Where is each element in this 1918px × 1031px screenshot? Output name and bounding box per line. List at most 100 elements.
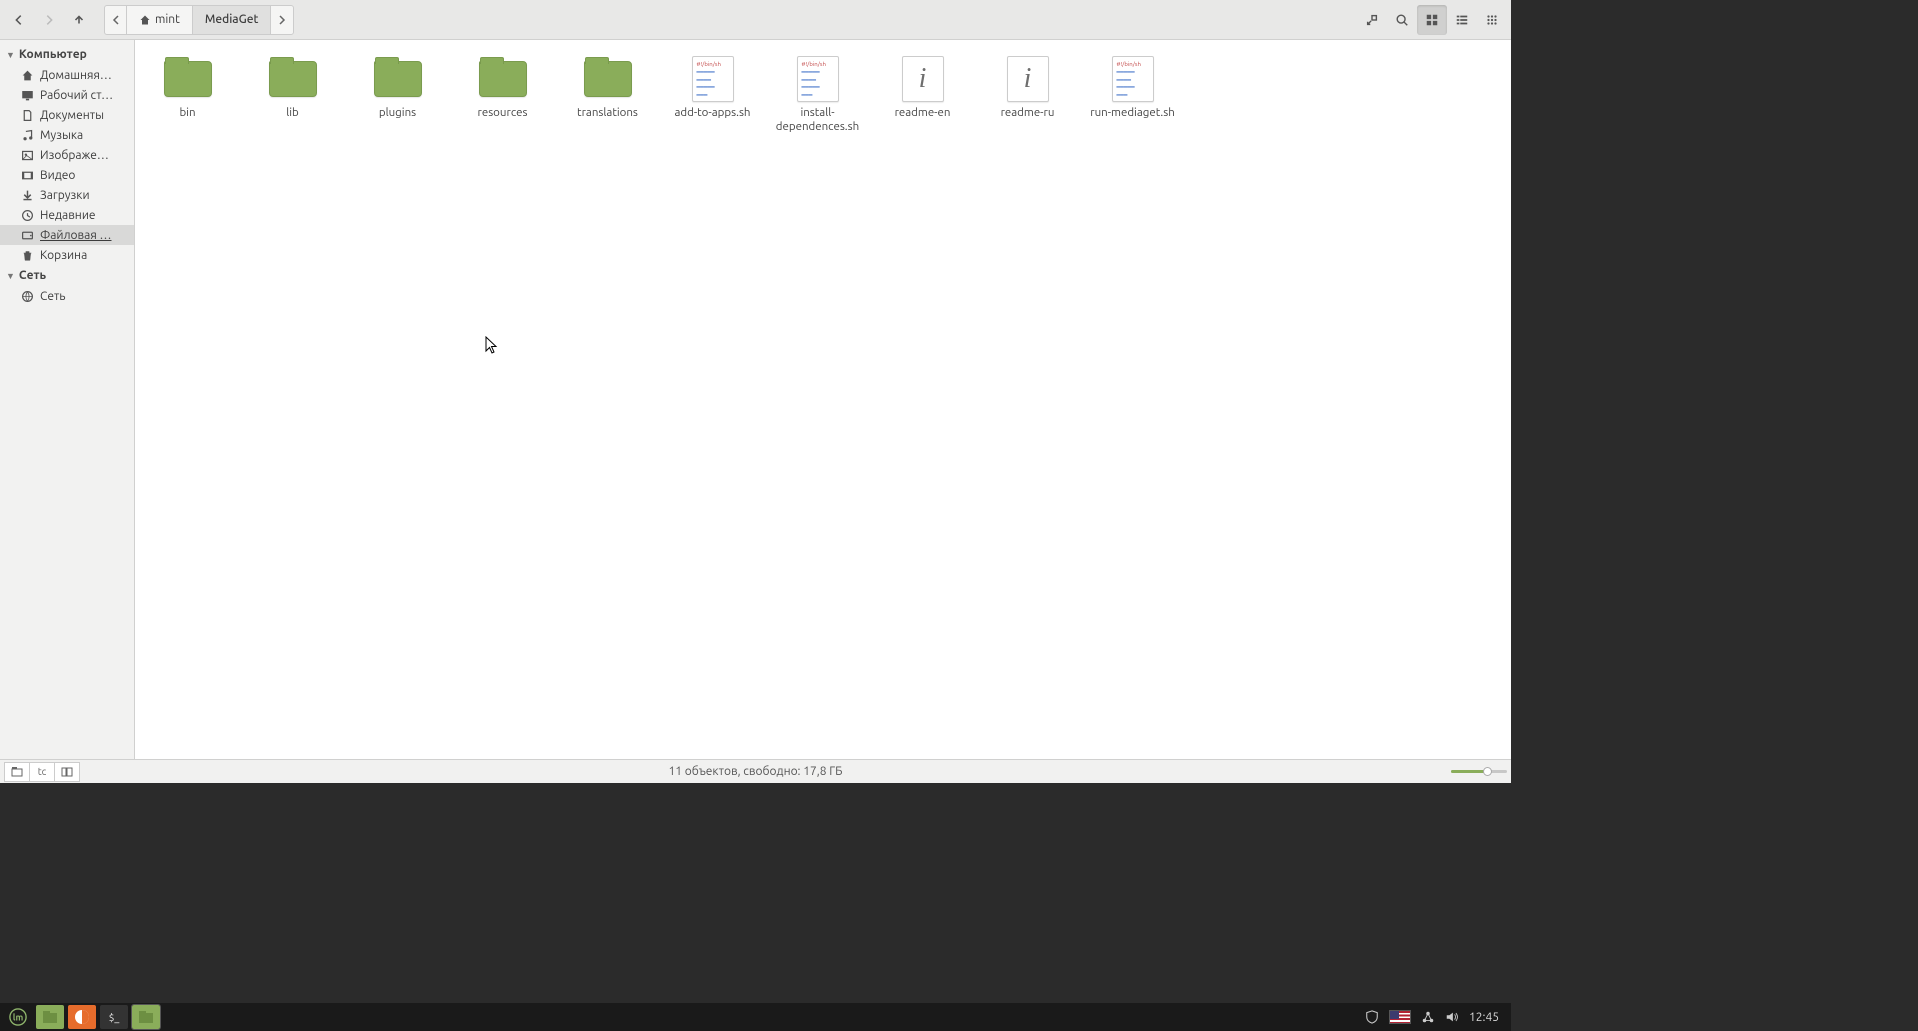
main-area: ▼Компьютер Домашняя… Рабочий ст… Документы… — [0, 40, 1511, 759]
file-name-label: plugins — [379, 106, 416, 120]
zoom-slider[interactable] — [1451, 770, 1507, 773]
forward-button[interactable] — [34, 5, 64, 35]
sidebar-header-network[interactable]: ▼Сеть — [0, 265, 134, 286]
folder-icon — [164, 61, 212, 97]
sidebar-item-label: Документы — [40, 109, 104, 122]
sidebar: ▼Компьютер Домашняя… Рабочий ст… Документы… — [0, 40, 135, 759]
up-button[interactable] — [64, 5, 94, 35]
status-bar: tc 11 объектов, свободно: 17,8 ГБ — [0, 759, 1511, 783]
file-item[interactable]: i readme-en — [870, 50, 975, 141]
sidebar-item-network[interactable]: Сеть — [0, 286, 134, 306]
folder-icon — [479, 61, 527, 97]
taskbar-app-files-active[interactable] — [132, 1005, 160, 1029]
list-view-button[interactable] — [1447, 5, 1477, 35]
folder-icon — [269, 61, 317, 97]
toolbar: mint MediaGet — [0, 0, 1511, 40]
music-icon — [20, 128, 34, 142]
sidebar-item-home[interactable]: Домашняя… — [0, 65, 134, 85]
network-icon — [20, 289, 34, 303]
network-icon[interactable] — [1421, 1010, 1435, 1024]
text-file-icon: i — [1007, 56, 1049, 102]
keyboard-layout-indicator[interactable] — [1389, 1010, 1411, 1024]
file-item[interactable]: plugins — [345, 50, 450, 141]
file-manager-window: mint MediaGet ▼Компьютер Домашняя… Рабочи… — [0, 0, 1511, 783]
path-bar: mint MediaGet — [104, 5, 294, 35]
sidebar-item-label: Корзина — [40, 249, 87, 262]
file-item[interactable]: translations — [555, 50, 660, 141]
sidebar-item-label: Недавние — [40, 209, 96, 222]
trash-icon — [20, 248, 34, 262]
shield-icon[interactable] — [1365, 1010, 1379, 1024]
sidebar-item-pictures[interactable]: Изображе… — [0, 145, 134, 165]
taskbar-app-firefox[interactable] — [68, 1005, 96, 1029]
sidebar-item-recent[interactable]: Недавние — [0, 205, 134, 225]
recent-icon — [20, 208, 34, 222]
statusbar-btn-1[interactable] — [4, 762, 30, 782]
file-item[interactable]: #!/bin/sh━━━━━━━━━━━━━━━━━ install-depend… — [765, 50, 870, 141]
path-next-button[interactable] — [271, 6, 293, 34]
sidebar-item-label: Файловая … — [40, 229, 112, 242]
file-name-label: resources — [478, 106, 528, 120]
svg-text:lm: lm — [13, 1013, 24, 1023]
file-name-label: run-mediaget.sh — [1090, 106, 1175, 120]
file-view[interactable]: bin lib plugins resources translations #!/bin… — [135, 40, 1511, 759]
icon-view-button[interactable] — [1417, 5, 1447, 35]
taskbar-app-terminal[interactable]: $_ — [100, 1005, 128, 1029]
sidebar-item-filesystem[interactable]: Файловая … — [0, 225, 134, 245]
pictures-icon — [20, 148, 34, 162]
downloads-icon — [20, 188, 34, 202]
text-file-icon: i — [902, 56, 944, 102]
statusbar-text: 11 объектов, свободно: 17,8 ГБ — [668, 765, 842, 778]
home-icon — [139, 14, 151, 26]
statusbar-btn-2[interactable]: tc — [29, 762, 55, 782]
sidebar-item-trash[interactable]: Корзина — [0, 245, 134, 265]
back-button[interactable] — [4, 5, 34, 35]
start-menu-button[interactable]: lm — [4, 1005, 32, 1029]
script-file-icon: #!/bin/sh━━━━━━━━━━━━━━━━━ — [1112, 56, 1154, 102]
file-name-label: readme-ru — [1001, 106, 1055, 120]
file-item[interactable]: #!/bin/sh━━━━━━━━━━━━━━━━━ run-mediaget.s… — [1080, 50, 1185, 141]
sidebar-item-music[interactable]: Музыка — [0, 125, 134, 145]
file-item[interactable]: resources — [450, 50, 555, 141]
toggle-location-button[interactable] — [1357, 5, 1387, 35]
file-item[interactable]: i readme-ru — [975, 50, 1080, 141]
file-name-label: lib — [286, 106, 299, 120]
sidebar-item-video[interactable]: Видео — [0, 165, 134, 185]
file-name-label: add-to-apps.sh — [674, 106, 750, 120]
file-name-label: bin — [179, 106, 195, 120]
clock[interactable]: 12:45 — [1469, 1011, 1499, 1024]
statusbar-btn-3[interactable] — [54, 762, 80, 782]
file-name-label: readme-en — [895, 106, 951, 120]
path-parent-label: mint — [155, 13, 180, 26]
home-icon — [20, 68, 34, 82]
sidebar-item-documents[interactable]: Документы — [0, 105, 134, 125]
taskbar-app-files[interactable] — [36, 1005, 64, 1029]
file-name-label: translations — [577, 106, 638, 120]
video-icon — [20, 168, 34, 182]
desktop-icon — [20, 88, 34, 102]
sidebar-item-label: Музыка — [40, 129, 83, 142]
sidebar-item-label: Видео — [40, 169, 75, 182]
sidebar-item-label: Сеть — [40, 290, 66, 303]
sidebar-item-desktop[interactable]: Рабочий ст… — [0, 85, 134, 105]
script-file-icon: #!/bin/sh━━━━━━━━━━━━━━━━━ — [692, 56, 734, 102]
filesystem-icon — [20, 228, 34, 242]
script-file-icon: #!/bin/sh━━━━━━━━━━━━━━━━━ — [797, 56, 839, 102]
file-item[interactable]: #!/bin/sh━━━━━━━━━━━━━━━━━ add-to-apps.sh — [660, 50, 765, 141]
compact-view-button[interactable] — [1477, 5, 1507, 35]
path-current-label: MediaGet — [205, 13, 259, 26]
search-button[interactable] — [1387, 5, 1417, 35]
sidebar-header-computer[interactable]: ▼Компьютер — [0, 44, 134, 65]
chevron-down-icon: ▼ — [6, 50, 15, 60]
sidebar-item-downloads[interactable]: Загрузки — [0, 185, 134, 205]
file-item[interactable]: bin — [135, 50, 240, 141]
volume-icon[interactable] — [1445, 1010, 1459, 1024]
sidebar-item-label: Изображе… — [40, 149, 109, 162]
file-item[interactable]: lib — [240, 50, 345, 141]
path-prev-button[interactable] — [105, 6, 127, 34]
sidebar-item-label: Домашняя… — [40, 69, 112, 82]
path-segment-parent[interactable]: mint — [127, 6, 193, 34]
system-tray: 12:45 — [1365, 1010, 1507, 1024]
path-segment-current[interactable]: MediaGet — [193, 6, 272, 34]
file-name-label: install-dependences.sh — [767, 106, 868, 135]
